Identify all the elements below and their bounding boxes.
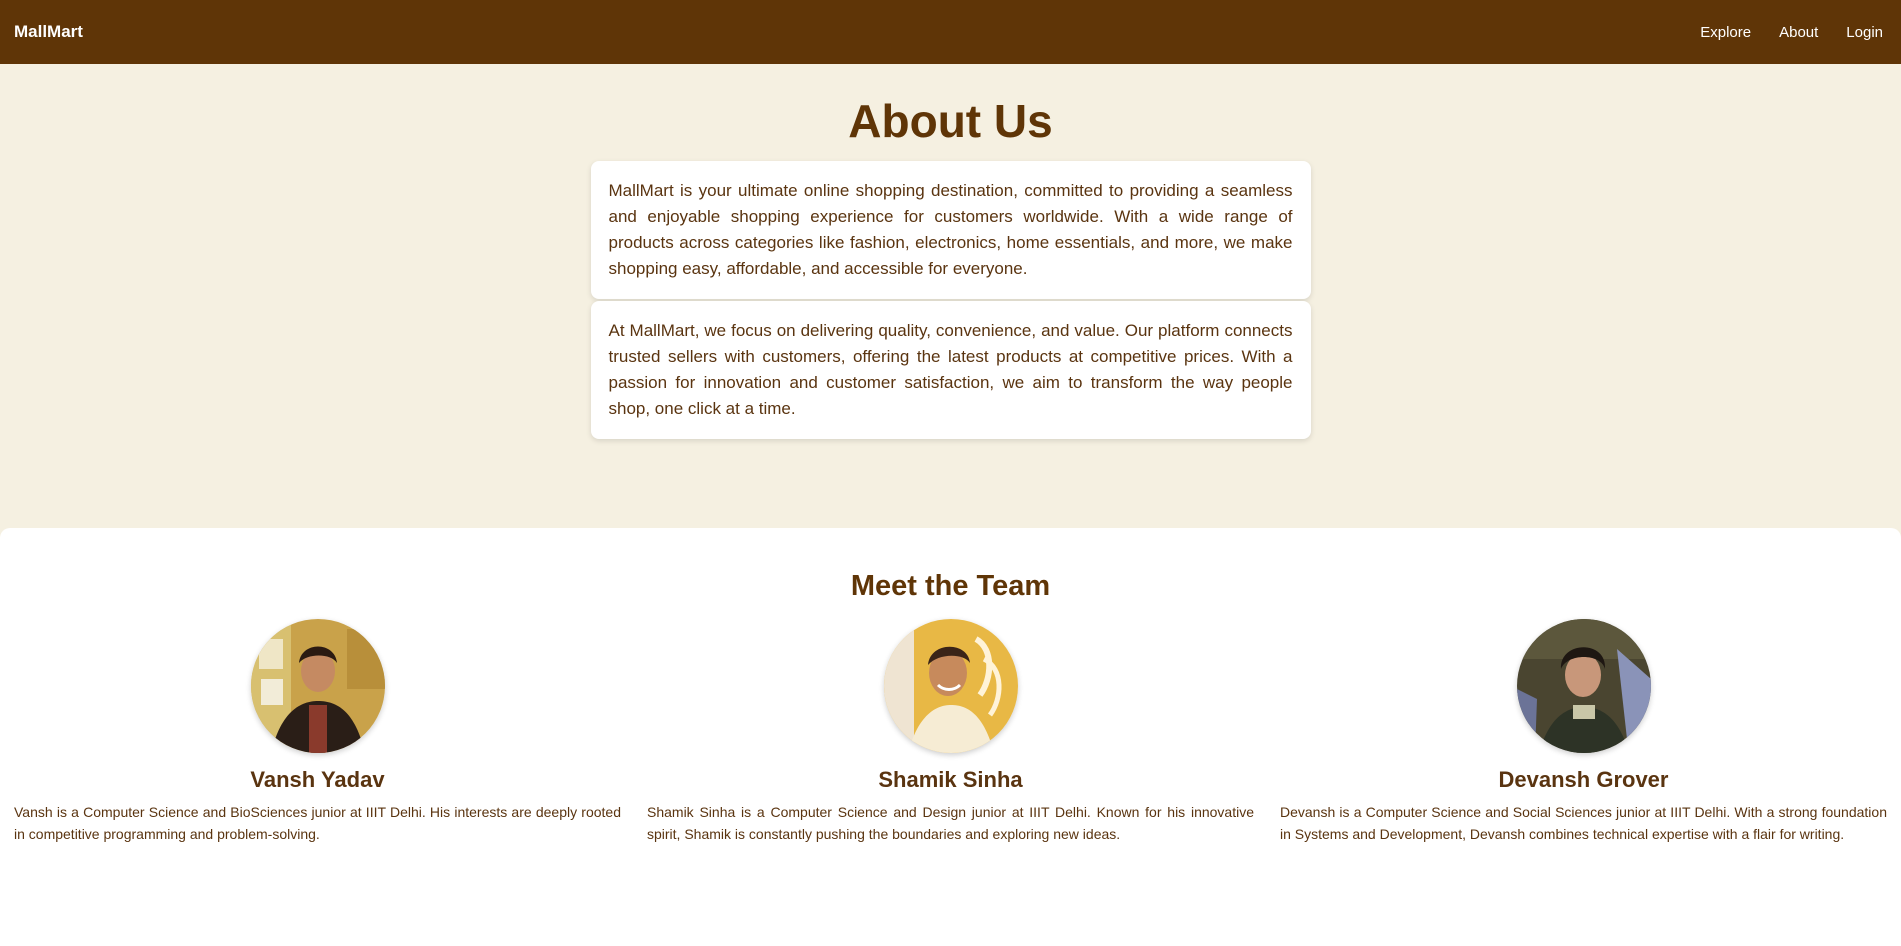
team-member-card: Shamik Sinha Shamik Sinha is a Computer … [647, 619, 1254, 845]
team-member-card: Devansh Grover Devansh is a Computer Sci… [1280, 619, 1887, 845]
about-card-mission: MallMart is your ultimate online shoppin… [590, 161, 1311, 299]
navbar: MallMart Explore About Login [0, 0, 1901, 64]
nav-link-about[interactable]: About [1779, 24, 1818, 41]
team-section: Meet the Team Vansh Yadav Vansh is a Com… [0, 528, 1901, 946]
page-title: About Us [848, 95, 1053, 147]
avatar-shamik [883, 619, 1018, 753]
member-name: Vansh Yadav [250, 767, 385, 792]
avatar-devansh [1516, 619, 1651, 753]
avatar-vansh [250, 619, 385, 753]
team-grid: Vansh Yadav Vansh is a Computer Science … [0, 619, 1901, 845]
member-bio: Shamik Sinha is a Computer Science and D… [647, 804, 1254, 842]
team-title: Meet the Team [850, 570, 1051, 602]
nav-link-login[interactable]: Login [1846, 24, 1883, 41]
member-bio: Vansh is a Computer Science and BioScien… [14, 804, 621, 842]
nav-link-explore[interactable]: Explore [1700, 24, 1751, 41]
member-name: Shamik Sinha [878, 767, 1023, 792]
member-name: Devansh Grover [1498, 767, 1669, 792]
member-bio: Devansh is a Computer Science and Social… [1280, 804, 1887, 842]
about-cards: MallMart is your ultimate online shoppin… [590, 161, 1311, 439]
about-section: About Us MallMart is your ultimate onlin… [0, 64, 1901, 528]
team-member-card: Vansh Yadav Vansh is a Computer Science … [14, 619, 621, 845]
nav-links: Explore About Login [1700, 24, 1883, 41]
brand-logo[interactable]: MallMart [14, 22, 83, 42]
about-card-values: At MallMart, we focus on delivering qual… [590, 301, 1311, 439]
